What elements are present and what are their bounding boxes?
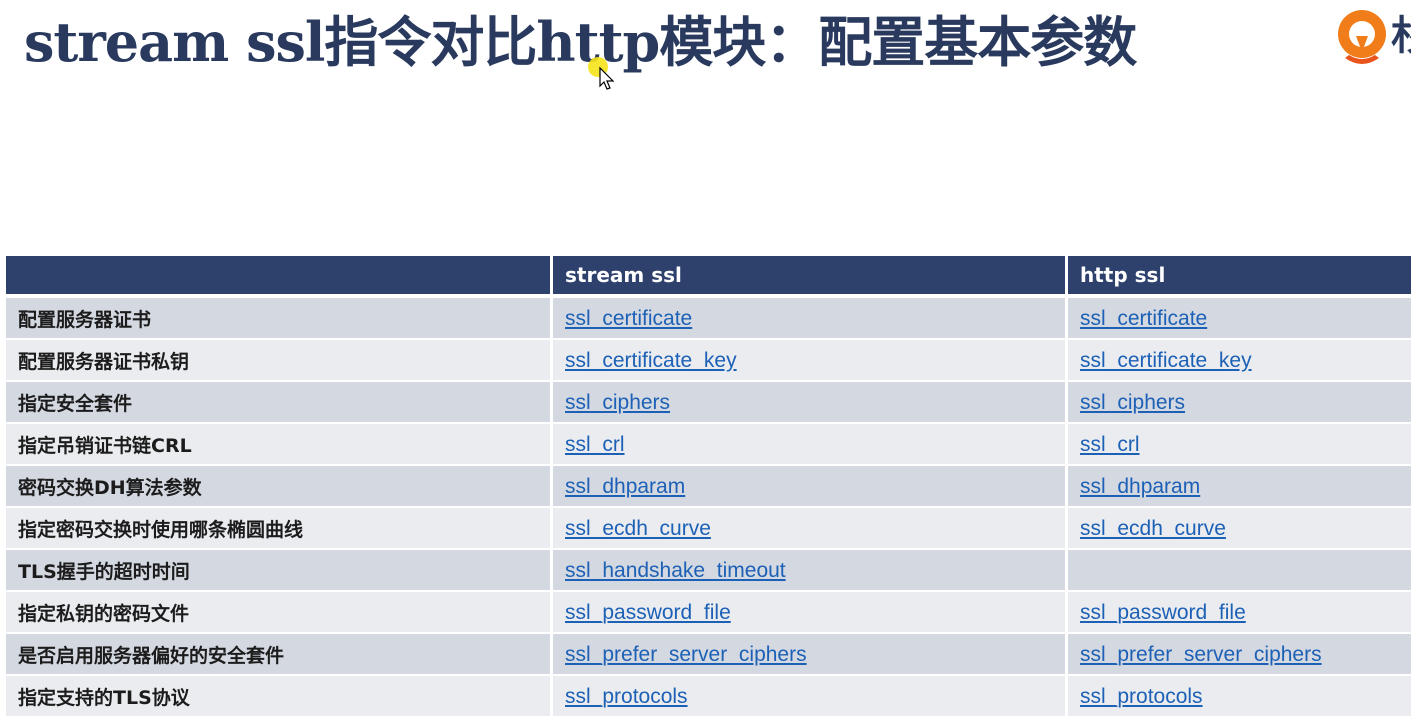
table-row: 配置服务器证书私钥 ssl_certificate_key ssl_certif… (6, 340, 1411, 382)
stream-directive-link[interactable]: ssl_dhparam (565, 475, 685, 498)
row-label: 指定安全套件 (6, 382, 553, 424)
http-directive-link[interactable]: ssl_ciphers (1080, 391, 1185, 414)
http-directive-link[interactable]: ssl_password_file (1080, 601, 1246, 624)
table-row: 指定密码交换时使用哪条椭圆曲线 ssl_ecdh_curve ssl_ecdh_… (6, 508, 1411, 550)
ssl-comparison-table: stream ssl http ssl 配置服务器证书 ssl_certific… (6, 256, 1411, 718)
header-stream-ssl: stream ssl (553, 256, 1068, 298)
http-directive-link[interactable]: ssl_dhparam (1080, 475, 1200, 498)
stream-directive-link[interactable]: ssl_prefer_server_ciphers (565, 643, 807, 666)
row-label: 密码交换DH算法参数 (6, 466, 553, 508)
stream-directive-link[interactable]: ssl_password_file (565, 601, 731, 624)
table-row: 密码交换DH算法参数 ssl_dhparam ssl_dhparam (6, 466, 1411, 508)
stream-directive-link[interactable]: ssl_protocols (565, 685, 688, 708)
header-http-ssl: http ssl (1068, 256, 1411, 298)
mouse-cursor-icon (588, 57, 615, 90)
http-directive-link[interactable]: ssl_ecdh_curve (1080, 517, 1226, 540)
row-label: 指定吊销证书链CRL (6, 424, 553, 466)
stream-directive-link[interactable]: ssl_certificate (565, 307, 692, 330)
row-label: 指定支持的TLS协议 (6, 676, 553, 718)
http-directive-link[interactable]: ssl_certificate_key (1080, 349, 1252, 372)
stream-directive-link[interactable]: ssl_certificate_key (565, 349, 737, 372)
http-directive-link[interactable]: ssl_crl (1080, 433, 1140, 456)
table-row: 指定吊销证书链CRL ssl_crl ssl_crl (6, 424, 1411, 466)
logo-mark-icon (1338, 10, 1386, 64)
http-directive-link[interactable]: ssl_certificate (1080, 307, 1207, 330)
table-row: TLS握手的超时时间 ssl_handshake_timeout (6, 550, 1411, 592)
row-label: 指定私钥的密码文件 (6, 592, 553, 634)
stream-directive-link[interactable]: ssl_crl (565, 433, 625, 456)
row-label: TLS握手的超时时间 (6, 550, 553, 592)
stream-directive-link[interactable]: ssl_ciphers (565, 391, 670, 414)
table-row: 指定安全套件 ssl_ciphers ssl_ciphers (6, 382, 1411, 424)
row-label: 配置服务器证书私钥 (6, 340, 553, 382)
table-row: 指定支持的TLS协议 ssl_protocols ssl_protocols (6, 676, 1411, 718)
table-header-row: stream ssl http ssl (6, 256, 1411, 298)
http-directive-link[interactable]: ssl_prefer_server_ciphers (1080, 643, 1322, 666)
row-label: 是否启用服务器偏好的安全套件 (6, 634, 553, 676)
header-feature (6, 256, 553, 298)
slide-title: stream ssl指令对比http模块：配置基本参数 (24, 10, 1137, 74)
row-label: 配置服务器证书 (6, 298, 553, 340)
http-directive-link[interactable]: ssl_protocols (1080, 685, 1203, 708)
table-row: 是否启用服务器偏好的安全套件 ssl_prefer_server_ciphers… (6, 634, 1411, 676)
stream-directive-link[interactable]: ssl_ecdh_curve (565, 517, 711, 540)
stream-directive-link[interactable]: ssl_handshake_timeout (565, 559, 786, 582)
brand-logo: 杉 (1335, 6, 1411, 68)
logo-text: 杉 (1391, 12, 1411, 60)
http-directive-empty-cell (1068, 550, 1411, 592)
table-row: 配置服务器证书 ssl_certificate ssl_certificate (6, 298, 1411, 340)
table-row: 指定私钥的密码文件 ssl_password_file ssl_password… (6, 592, 1411, 634)
row-label: 指定密码交换时使用哪条椭圆曲线 (6, 508, 553, 550)
